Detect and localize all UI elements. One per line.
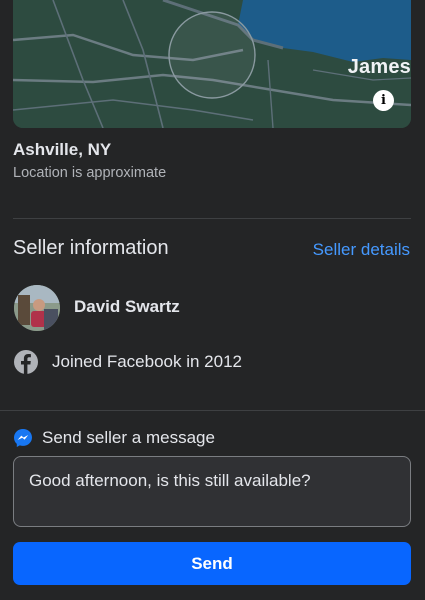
seller-name[interactable]: David Swartz	[74, 297, 180, 317]
seller-avatar[interactable]	[14, 285, 60, 331]
joined-facebook-text: Joined Facebook in 2012	[52, 352, 242, 371]
message-input[interactable]: Good afternoon, is this still available?	[13, 456, 411, 527]
info-icon[interactable]: i	[373, 90, 394, 111]
messenger-icon	[13, 428, 33, 448]
divider	[13, 218, 411, 219]
seller-section-title: Seller information	[13, 237, 169, 259]
message-section-title: Send seller a message	[42, 428, 215, 447]
location-name: Ashville, NY	[13, 140, 112, 159]
seller-details-link[interactable]: Seller details	[313, 240, 410, 260]
facebook-icon	[13, 349, 39, 375]
location-note: Location is approximate	[13, 165, 167, 181]
map-city-label: James	[347, 56, 411, 78]
send-button[interactable]: Send	[13, 542, 411, 585]
location-map[interactable]: James i	[13, 0, 411, 128]
